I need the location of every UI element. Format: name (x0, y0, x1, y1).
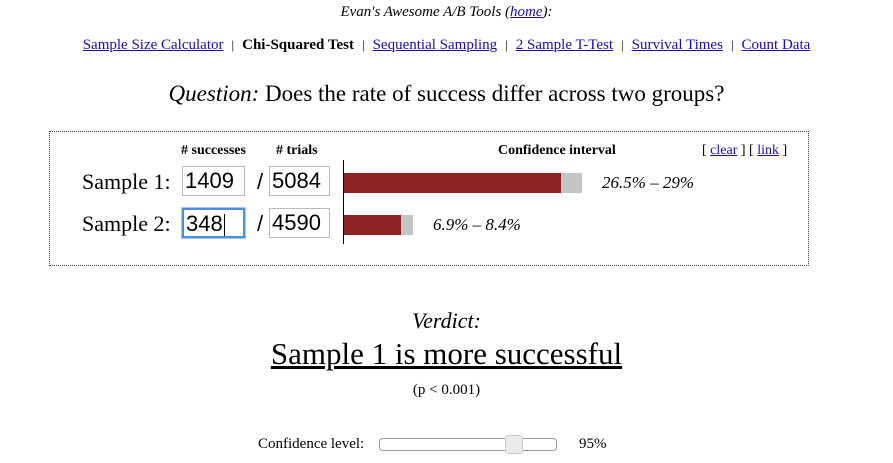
sample-2-successes-value: 348 (186, 211, 223, 236)
question-text: Does the rate of success differ across t… (265, 81, 725, 106)
nav-count-data[interactable]: Count Data (742, 37, 811, 53)
col-header-trials: # trials (276, 143, 318, 158)
input-panel (49, 131, 809, 266)
confidence-slider-thumb[interactable] (505, 435, 523, 454)
sample-2-ci-text: 6.9% – 8.4% (433, 215, 521, 234)
verdict-text: Sample 1 is more successful (270, 336, 623, 371)
sample-2-successes-input[interactable]: 348 (182, 208, 245, 238)
sample-2-rate-bar (344, 215, 401, 235)
sample-2-label: Sample 2: (82, 211, 171, 236)
site-title-prefix: Evan's Awesome A/B Tools ( (340, 4, 511, 20)
panel-links: [ clear ] [ link ] (702, 143, 787, 159)
sample-1-successes-input[interactable]: 1409 (182, 166, 245, 196)
nav-separator: | (730, 37, 734, 52)
confidence-level-value: 95% (579, 436, 607, 452)
nav-sequential-sampling[interactable]: Sequential Sampling (373, 37, 498, 53)
confidence-level-label: Confidence level: (258, 436, 365, 452)
sample-1-rate-bar (344, 173, 561, 193)
nav-separator: | (505, 37, 508, 52)
bracket: [ (702, 143, 707, 158)
sample-2-interval-bar (401, 215, 413, 235)
question: Question: Does the rate of success diffe… (0, 81, 893, 107)
site-header: Evan's Awesome A/B Tools (home): (0, 4, 893, 21)
sample-2-slash: / (257, 211, 264, 236)
nav-separator: | (621, 37, 624, 52)
p-value: (p < 0.001) (412, 382, 481, 398)
sample-2-trials-input[interactable]: 4590 (269, 208, 330, 238)
sample-1-ci-text: 26.5% – 29% (602, 173, 695, 192)
nav-sample-size[interactable]: Sample Size Calculator (83, 37, 224, 53)
nav-chi-squared: Chi-Squared Test (242, 37, 354, 53)
permalink-link[interactable]: link (757, 143, 779, 158)
nav-separator: | (361, 37, 365, 52)
sample-1-slash: / (257, 169, 264, 194)
clear-link[interactable]: clear (710, 143, 737, 158)
sample-1-trials-input[interactable]: 5084 (269, 166, 330, 196)
text-cursor (223, 214, 225, 236)
bracket: ] [ (740, 143, 754, 158)
nav-separator: | (231, 37, 235, 52)
confidence-slider-track[interactable] (379, 438, 557, 451)
site-title-suffix: ): (542, 4, 553, 20)
sample-1-label: Sample 1: (82, 169, 171, 194)
col-header-successes: # successes (181, 143, 246, 158)
verdict-label: Verdict: (412, 308, 481, 333)
bracket: ] (782, 143, 788, 158)
nav-t-test[interactable]: 2 Sample T-Test (516, 37, 613, 53)
home-link[interactable]: home (510, 4, 543, 20)
nav-survival-times[interactable]: Survival Times (632, 37, 723, 53)
tool-nav: Sample Size Calculator | Chi-Squared Test |… (0, 37, 893, 54)
question-label: Question: (168, 81, 260, 106)
sample-1-interval-bar (561, 173, 582, 193)
col-header-confidence-interval: Confidence interval (498, 143, 616, 158)
